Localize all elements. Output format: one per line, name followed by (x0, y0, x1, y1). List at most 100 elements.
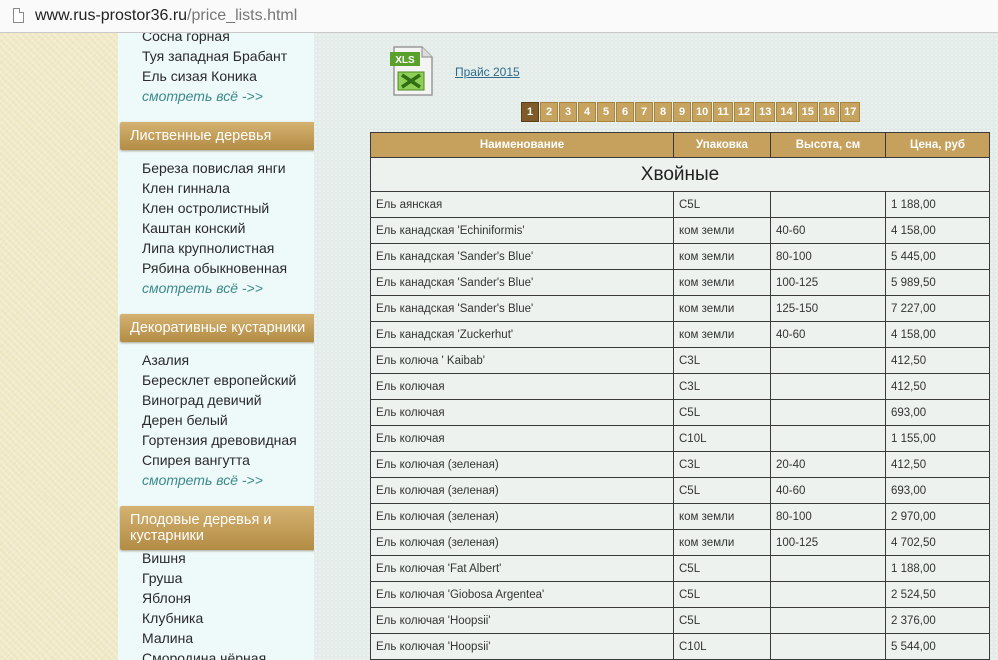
sidebar-item[interactable]: Груша (142, 568, 182, 588)
cell-name: Ель колючая 'Hoopsii' (370, 633, 674, 660)
page-button[interactable]: 9 (673, 102, 691, 122)
address-bar[interactable]: www.rus-prostor36.ru/price_lists.html (0, 0, 998, 33)
table-row: Ель колючая (зеленая) C3L 20-40 412,50 (370, 451, 990, 478)
show-all-link[interactable]: смотреть всё ->> (142, 86, 263, 106)
sidebar-item[interactable]: Рябина обыкновенная (142, 258, 287, 278)
page-button[interactable]: 1 (521, 102, 539, 122)
page-button[interactable]: 2 (540, 102, 558, 122)
cell-price: 5 544,00 (885, 633, 990, 660)
cell-package: ком земли (673, 503, 771, 530)
page-button[interactable]: 4 (578, 102, 596, 122)
cell-height (770, 425, 886, 452)
price-2015-link[interactable]: Прайс 2015 (455, 65, 520, 79)
table-row: Ель колючая (зеленая) C5L 40-60 693,00 (370, 477, 990, 504)
cell-package: C5L (673, 399, 771, 426)
sidebar-item[interactable]: Азалия (142, 350, 189, 370)
sidebar-item[interactable]: Вишня (142, 548, 186, 568)
url-path: /price_lists.html (187, 7, 298, 24)
page-button[interactable]: 7 (635, 102, 653, 122)
category-header-shrubs[interactable]: Декоративные кустарники (120, 314, 314, 342)
cell-height (770, 191, 886, 218)
cell-height: 80-100 (770, 243, 886, 270)
page-button[interactable]: 15 (797, 102, 818, 122)
cell-package: C5L (673, 191, 771, 218)
url-text[interactable]: www.rus-prostor36.ru/price_lists.html (35, 7, 297, 25)
cell-price: 693,00 (885, 399, 990, 426)
page-button[interactable]: 11 (713, 102, 733, 122)
sidebar-item[interactable]: Яблоня (142, 588, 191, 608)
cell-height (770, 373, 886, 400)
cell-height (770, 347, 886, 374)
cell-package: C5L (673, 581, 771, 608)
sidebar-item[interactable]: Смородина чёрная (142, 648, 266, 660)
section-title: Хвойные (370, 157, 990, 192)
sidebar-item[interactable]: Сосна горная (142, 33, 230, 46)
page-button[interactable]: 12 (733, 102, 755, 122)
cell-price: 2 970,00 (885, 503, 990, 530)
cell-height: 40-60 (770, 217, 886, 244)
page-button[interactable]: 14 (776, 102, 797, 122)
table-row: Ель колючая 'Hoopsii' C5L 2 376,00 (370, 607, 990, 634)
cell-name: Ель колючая 'Fat Albert' (370, 555, 674, 582)
page-button[interactable]: 8 (654, 102, 672, 122)
cell-height: 80-100 (770, 503, 886, 530)
cell-price: 1 188,00 (885, 191, 990, 218)
cell-name: Ель колючая (зеленая) (370, 477, 674, 504)
cell-height (770, 581, 886, 608)
xls-file-icon[interactable]: XLS (388, 45, 436, 97)
page-button[interactable]: 5 (597, 102, 615, 122)
section-row: Хвойные (370, 157, 990, 192)
cell-price: 5 445,00 (885, 243, 990, 270)
sidebar-item[interactable]: Бересклет европейский (142, 370, 296, 390)
category-header-fruit[interactable]: Плодовые деревья и кустарники (120, 506, 314, 550)
pagination: 1 2 3 4 5 6 7 8 9 10 11 12 13 14 15 16 17 (521, 102, 861, 122)
sidebar-item[interactable]: Клубника (142, 608, 203, 628)
cell-price: 4 158,00 (885, 217, 990, 244)
table-row: Ель канадская 'Sander's Blue' ком земли 10… (370, 269, 990, 296)
cell-price: 412,50 (885, 347, 990, 374)
cell-height: 100-125 (770, 269, 886, 296)
sidebar-item[interactable]: Дерен белый (142, 410, 228, 430)
sidebar-item[interactable]: Спирея вангутта (142, 450, 250, 470)
page-icon (13, 8, 24, 23)
cell-name: Ель колючая (370, 373, 674, 400)
cell-name: Ель аянская (370, 191, 674, 218)
cell-package: ком земли (673, 243, 771, 270)
category-header-deciduous[interactable]: Лиственные деревья (120, 122, 314, 150)
sidebar-item[interactable]: Клен гиннала (142, 178, 230, 198)
cell-package: ком земли (673, 269, 771, 296)
sidebar-item[interactable]: Липа крупнолистная (142, 238, 274, 258)
cell-package: C3L (673, 373, 771, 400)
page-button[interactable]: 10 (692, 102, 713, 122)
page-button[interactable]: 3 (559, 102, 577, 122)
show-all-link[interactable]: смотреть всё ->> (142, 470, 263, 490)
table-row: Ель колючая 'Fat Albert' C5L 1 188,00 (370, 555, 990, 582)
table-row: Ель колючая C3L 412,50 (370, 373, 990, 400)
page-button[interactable]: 13 (755, 102, 776, 122)
cell-height (770, 633, 886, 660)
column-header-price: Цена, руб (885, 132, 990, 158)
cell-package: ком земли (673, 217, 771, 244)
url-host: www.rus-prostor36.ru (35, 7, 188, 24)
cell-name: Ель колючая (зеленая) (370, 503, 674, 530)
sidebar-item[interactable]: Туя западная Брабант (142, 46, 287, 66)
cell-price: 1 155,00 (885, 425, 990, 452)
page-button[interactable]: 16 (818, 102, 840, 122)
page-button[interactable]: 6 (616, 102, 634, 122)
sidebar-item[interactable]: Клен остролистный (142, 198, 269, 218)
table-row: Ель колючая (зеленая) ком земли 100-125 4 7… (370, 529, 990, 556)
sidebar-item[interactable]: Малина (142, 628, 193, 648)
sidebar-item[interactable]: Ель сизая Коника (142, 66, 257, 86)
table-row: Ель аянская C5L 1 188,00 (370, 191, 990, 218)
sidebar-item[interactable]: Каштан конский (142, 218, 245, 238)
cell-height (770, 607, 886, 634)
cell-package: C10L (673, 633, 771, 660)
sidebar-item[interactable]: Береза повислая янги (142, 158, 286, 178)
cell-height: 125-150 (770, 295, 886, 322)
show-all-link[interactable]: смотреть всё ->> (142, 278, 263, 298)
table-row: Ель канадская 'Sander's Blue' ком земли 80… (370, 243, 990, 270)
table-row: Ель канадская 'Sander's Blue' ком земли 12… (370, 295, 990, 322)
page-button[interactable]: 17 (840, 102, 861, 122)
sidebar-item[interactable]: Гортензия древовидная (142, 430, 297, 450)
sidebar-item[interactable]: Виноград девичий (142, 390, 262, 410)
